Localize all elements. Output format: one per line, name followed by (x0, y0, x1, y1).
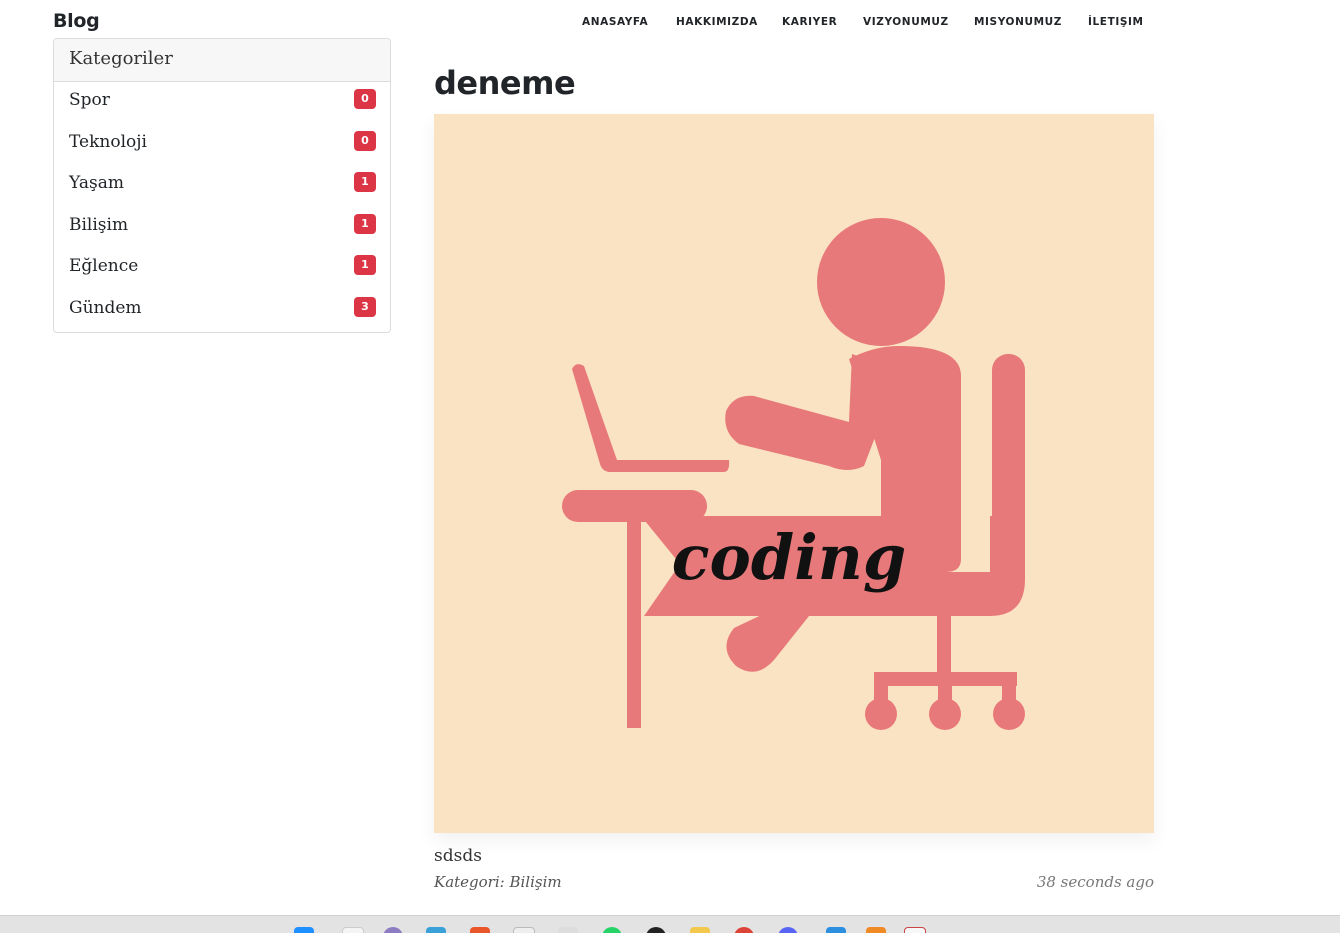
file-icon[interactable] (342, 927, 364, 933)
calendar-icon[interactable] (904, 927, 926, 933)
category-item-gundem[interactable]: Gündem 3 (54, 291, 390, 331)
category-item-teknoloji[interactable]: Teknoloji 0 (54, 125, 390, 165)
person-shin (726, 609, 809, 672)
categories-card-header: Kategoriler (54, 39, 390, 82)
office-icon[interactable] (470, 927, 490, 933)
category-item-yasam[interactable]: Yaşam 1 (54, 166, 390, 206)
category-count-badge: 3 (354, 297, 376, 317)
windows-start-icon[interactable] (294, 927, 314, 933)
category-count-badge: 1 (354, 255, 376, 275)
post-timestamp: 38 seconds ago (1036, 873, 1154, 891)
categories-title: Kategoriler (69, 48, 173, 69)
category-item-bilisim[interactable]: Bilişim 1 (54, 208, 390, 248)
category-label: Bilişim (69, 215, 129, 235)
category-label: Teknoloji (69, 132, 147, 152)
vscode-icon[interactable] (826, 927, 846, 933)
category-count-badge: 0 (354, 131, 376, 151)
sublime-icon[interactable] (866, 927, 886, 933)
chrome-icon[interactable] (734, 927, 754, 933)
nav-link-misyonumuz[interactable]: MISYONUMUZ (974, 16, 1062, 28)
nav-link-hakkimizda[interactable]: HAKKIMIZDA (676, 16, 758, 28)
mail-icon[interactable] (513, 927, 535, 933)
notepad-icon[interactable] (558, 927, 578, 933)
category-count-badge: 0 (354, 89, 376, 109)
app-circle-icon[interactable] (383, 927, 403, 933)
category-label: Gündem (69, 298, 142, 318)
store-icon[interactable] (426, 927, 446, 933)
chair-wheel-right (993, 698, 1025, 730)
post-category[interactable]: Kategori: Bilişim (434, 873, 562, 891)
post-body: sdsds (434, 846, 482, 866)
category-item-spor[interactable]: Spor 0 (54, 83, 390, 123)
folder-icon[interactable] (690, 927, 710, 933)
categories-card: Kategoriler Spor 0 Teknoloji 0 Yaşam 1 B… (53, 38, 391, 333)
chair-wheel-left (865, 698, 897, 730)
category-count-badge: 1 (354, 214, 376, 234)
category-label: Eğlence (69, 256, 139, 276)
person-head (817, 218, 945, 346)
nav-link-anasayfa[interactable]: ANASAYFA (582, 16, 648, 28)
brand-link[interactable]: Blog (53, 10, 100, 32)
chair-stem (937, 614, 951, 678)
chair-wheel-mid (929, 698, 961, 730)
desk-leg (627, 514, 641, 728)
category-label: Yaşam (69, 173, 125, 193)
category-item-eglence[interactable]: Eğlence 1 (54, 249, 390, 289)
nav-link-vizyonumuz[interactable]: VIZYONUMUZ (863, 16, 949, 28)
category-label: Spor (69, 90, 110, 110)
category-count-badge: 1 (354, 172, 376, 192)
discord-icon[interactable] (778, 927, 798, 933)
whatsapp-icon[interactable] (602, 927, 622, 933)
coding-text: coding (672, 521, 906, 594)
post-image: coding (434, 114, 1154, 833)
nav-link-kariyer[interactable]: KARIYER (782, 16, 837, 28)
post-title: deneme (434, 64, 576, 102)
github-icon[interactable] (646, 927, 666, 933)
nav-link-iletisim[interactable]: İLETIŞIM (1088, 16, 1144, 28)
os-taskbar (0, 915, 1340, 933)
person-arm (725, 354, 900, 470)
coding-illustration: coding (562, 218, 1025, 730)
laptop (572, 364, 730, 472)
